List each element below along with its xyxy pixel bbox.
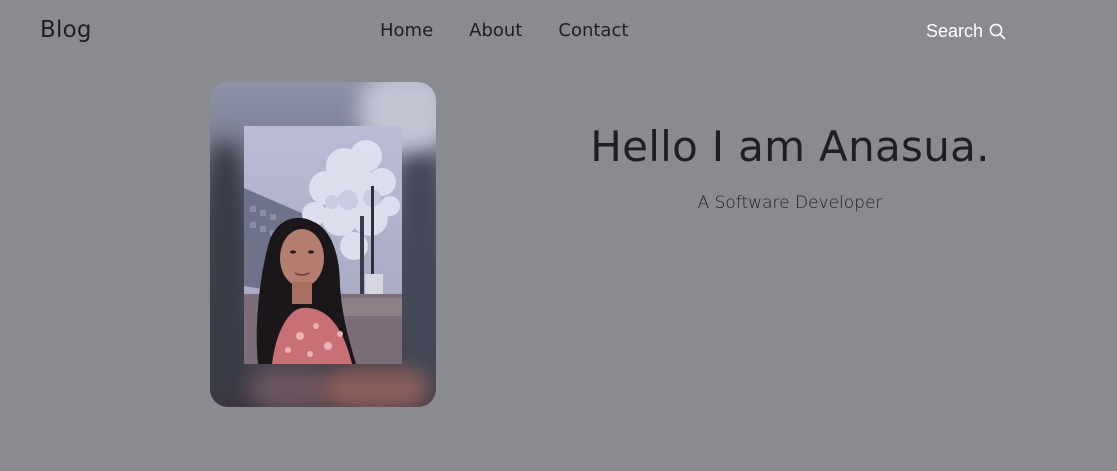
search-label: Search [926, 21, 984, 41]
hero-title: Hello I am Anasua. [590, 122, 990, 171]
profile-photo [244, 126, 402, 364]
site-logo[interactable]: Blog [40, 17, 92, 43]
hero-section: Hello I am Anasua. A Software Developer [560, 122, 1020, 213]
profile-photo-illustration [244, 126, 402, 364]
search-button[interactable]: Search [926, 21, 1006, 42]
profile-photo-card [210, 82, 436, 407]
search-icon [989, 23, 1006, 40]
hero-subtitle: A Software Developer [697, 193, 883, 213]
nav-link-home[interactable]: Home [380, 20, 433, 41]
nav-link-contact[interactable]: Contact [558, 20, 628, 41]
main-nav: Home About Contact [380, 20, 628, 41]
nav-link-about[interactable]: About [469, 20, 522, 41]
